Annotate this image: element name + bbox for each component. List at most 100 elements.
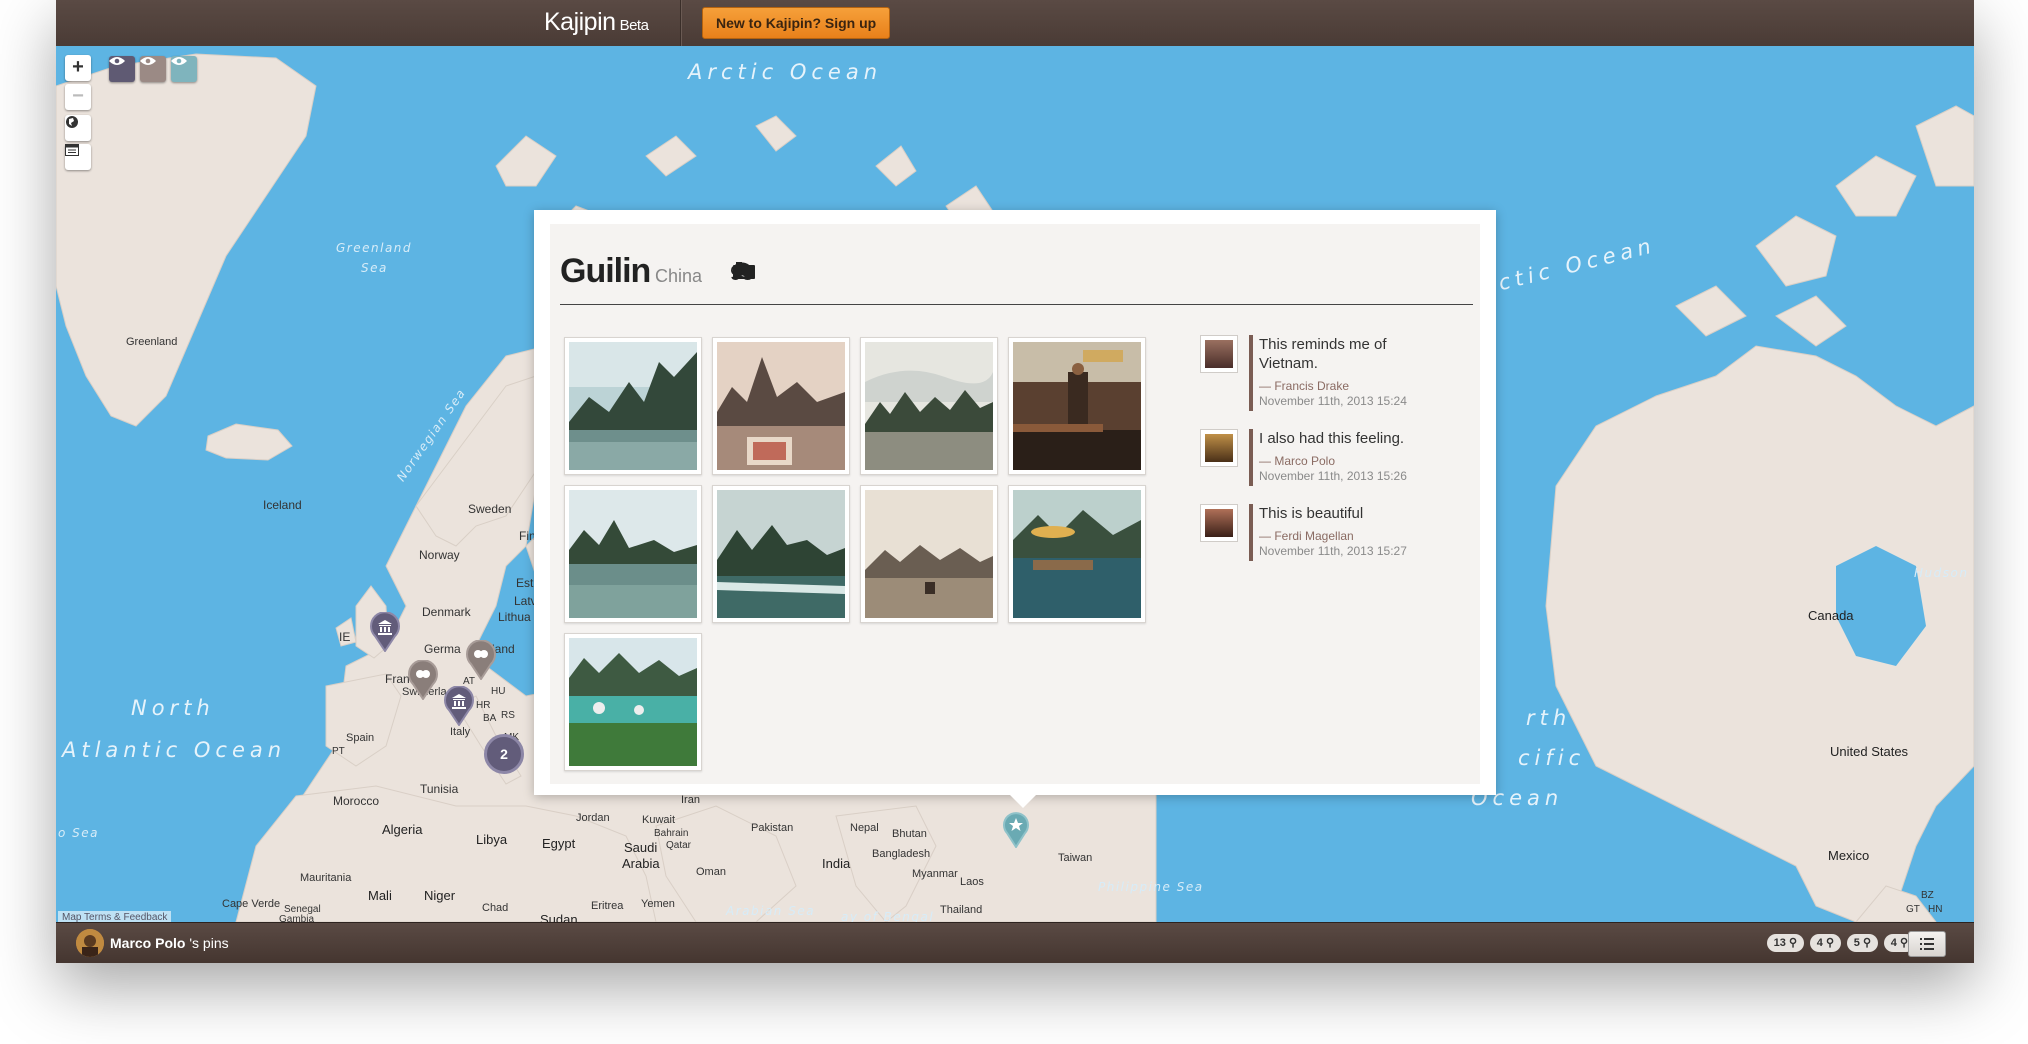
label-bhutan: Bhutan [892,828,927,840]
badge-count: 4 [1816,937,1823,949]
calendar-button[interactable] [65,144,91,170]
label-united-states: United States [1830,744,1909,759]
photo-thumbnail[interactable] [564,337,702,475]
layer-toggle-3[interactable] [171,56,197,82]
pin-count-badge[interactable]: 13 ⚲ [1766,934,1804,952]
ocean-label-arctic: Arctic Ocean [688,60,883,84]
label-iceland: Iceland [263,498,302,512]
photo-image [865,342,993,470]
layer-toggle-2[interactable] [140,56,166,82]
globe-button[interactable] [65,115,91,141]
photo-thumbnail[interactable] [712,337,850,475]
comment-date: November 11th, 2013 15:24 [1259,394,1407,408]
header-divider [680,0,681,46]
label-sweden: Sweden [468,502,512,516]
label-mexico: Mexico [1828,848,1870,863]
label-taiwan: Taiwan [1058,852,1093,864]
pin-count-badge[interactable]: 5 ⚲ [1846,934,1878,952]
brand-name: Kajipin [544,8,616,36]
comment-author[interactable]: — Marco Polo [1259,454,1335,468]
pin-cluster[interactable]: 2 [484,734,524,774]
sea-label-left: o Sea [58,826,100,840]
label-rs: RS [501,710,515,721]
commenter-avatar[interactable] [1200,429,1238,467]
list-view-button[interactable] [1908,931,1946,957]
top-bar: Kajipin Beta New to Kajipin? Sign up [56,0,1974,47]
sea-label-greenland-2: Sea [361,261,388,275]
photo-thumbnail[interactable] [860,485,998,623]
label-morocco: Morocco [333,794,380,808]
user-avatar[interactable] [76,929,104,957]
app-window: Kajipin Beta New to Kajipin? Sign up Arc… [56,0,1974,963]
label-algeria: Algeria [382,822,423,837]
layer-toggle-1[interactable] [109,56,135,82]
comment-author[interactable]: — Ferdi Magellan [1259,529,1354,543]
photo-thumbnail[interactable] [1008,337,1146,475]
world-map[interactable]: Arctic Ocean North Atlantic Ocean ctic O… [56,46,1974,927]
label-laos: Laos [960,876,984,888]
museum-pin[interactable] [444,686,474,726]
popup-arrow [1009,794,1037,808]
photo-thumbnail[interactable] [712,485,850,623]
label-gt: GT [1906,904,1920,915]
photo-thumbnail[interactable] [1008,485,1146,623]
label-hr: HR [476,700,491,711]
photo-image [717,490,845,618]
label-denmark: Denmark [422,605,471,619]
label-nepal: Nepal [850,822,879,834]
label-egypt: Egypt [542,836,576,851]
photo-image [569,638,697,766]
label-estonia: Est [516,576,534,590]
comment-date: November 11th, 2013 15:26 [1259,469,1407,483]
label-canada: Canada [1808,608,1854,623]
favorite-pin[interactable] [1003,812,1029,848]
label-oman: Oman [696,866,726,878]
signup-button[interactable]: New to Kajipin? Sign up [702,7,891,39]
theater-pin[interactable] [466,640,496,680]
badge-count: 4 [1890,937,1897,949]
label-hu: HU [491,686,506,697]
museum-pin[interactable] [370,612,400,652]
label-india: India [822,856,851,871]
label-pakistan: Pakistan [751,822,794,834]
place-popup: Guilin China 93 [534,210,1496,808]
label-jordan: Jordan [576,812,610,824]
label-eritrea: Eritrea [591,900,624,912]
label-ba: BA [483,713,497,724]
brand-logo[interactable]: Kajipin Beta [544,8,649,37]
label-bahrain: Bahrain [654,828,689,839]
title-divider [560,304,1473,305]
comment-date: November 11th, 2013 15:27 [1259,544,1407,558]
photo-thumbnail[interactable] [564,633,702,771]
commenter-avatar[interactable] [1200,504,1238,542]
zoom-in-button[interactable]: + [65,55,91,81]
user-name[interactable]: Marco Polo [110,935,185,951]
comment-author[interactable]: — Francis Drake [1259,379,1349,393]
eye-icon [140,57,156,65]
label-pt: PT [332,746,345,757]
comment-text: This reminds me of Vietnam. [1259,336,1387,372]
label-iran: Iran [681,794,700,806]
avatar-image [1205,340,1233,368]
label-yemen: Yemen [641,898,675,910]
place-counts: 93 [730,262,755,286]
badge-count: 13 [1773,937,1786,949]
label-norway: Norway [419,548,460,562]
pin-icon: ⚲ [1899,937,1908,949]
sea-label-greenland-1: Greenland [336,241,413,255]
zoom-out-button[interactable]: − [65,84,91,110]
commenter-avatar[interactable] [1200,335,1238,373]
comment-item: This is beautiful — Ferdi Magellan Novem… [1200,504,1460,574]
pin-count-badge[interactable]: 4 ⚲ [1809,934,1841,952]
photo-thumbnail[interactable] [564,485,702,623]
label-libya: Libya [476,832,508,847]
sea-label-philippine: Philippine Sea [1098,880,1204,894]
label-hn: HN [1928,904,1943,915]
label-bangladesh: Bangladesh [872,848,931,860]
label-mauritania: Mauritania [300,872,352,884]
label-mali: Mali [368,888,392,903]
theater-pin[interactable] [408,660,438,700]
label-niger: Niger [424,888,456,903]
photo-thumbnail[interactable] [860,337,998,475]
label-italy: Italy [450,726,471,738]
